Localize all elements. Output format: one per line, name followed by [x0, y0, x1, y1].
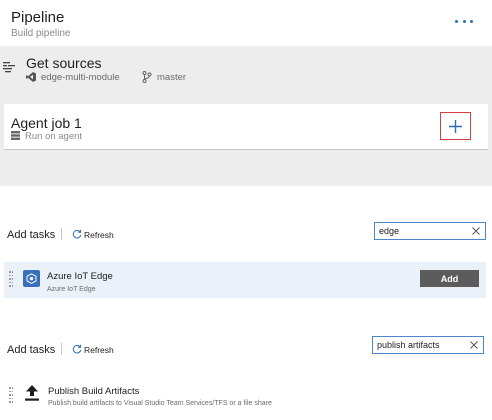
divider [61, 343, 62, 355]
add-task-button[interactable] [440, 112, 471, 140]
task-description: Azure IoT Edge [47, 286, 96, 293]
divider [61, 228, 62, 240]
page-subtitle: Build pipeline [11, 28, 71, 39]
task-name: Publish Build Artifacts [48, 386, 140, 397]
list-icon [3, 62, 15, 73]
azure-iot-edge-icon [23, 270, 40, 287]
get-sources-title: Get sources [26, 55, 102, 71]
more-options-button[interactable] [455, 14, 473, 28]
refresh-icon[interactable] [72, 344, 82, 354]
add-tasks-heading: Add tasks [7, 229, 56, 241]
upload-icon [25, 385, 39, 401]
agent-job-title: Agent job 1 [11, 115, 82, 131]
branch-name: master [157, 72, 187, 83]
task-search-input[interactable] [374, 222, 486, 240]
plus-icon [449, 119, 462, 133]
get-sources-item[interactable] [0, 46, 492, 96]
close-icon[interactable] [470, 341, 478, 349]
agent-job-subtitle: Run on agent [25, 131, 83, 142]
close-icon[interactable] [472, 227, 480, 235]
ellipsis-icon [455, 19, 458, 23]
repository-name: edge-multi-module [41, 72, 120, 83]
task-name: Azure IoT Edge [47, 271, 113, 282]
refresh-button[interactable]: Refresh [84, 345, 114, 355]
task-search-input[interactable] [372, 336, 484, 354]
drag-handle-icon[interactable] [9, 271, 13, 287]
page-title: Pipeline [11, 9, 65, 26]
drag-handle-icon[interactable] [9, 387, 13, 403]
add-button[interactable]: Add [420, 270, 479, 287]
refresh-icon[interactable] [72, 229, 82, 239]
branch-icon [142, 71, 152, 83]
add-tasks-heading: Add tasks [7, 344, 56, 356]
refresh-button[interactable]: Refresh [84, 230, 114, 240]
visual-studio-icon [26, 72, 36, 82]
task-description: Publish build artifacts to Visual Studio… [48, 400, 272, 407]
server-icon [11, 131, 20, 140]
